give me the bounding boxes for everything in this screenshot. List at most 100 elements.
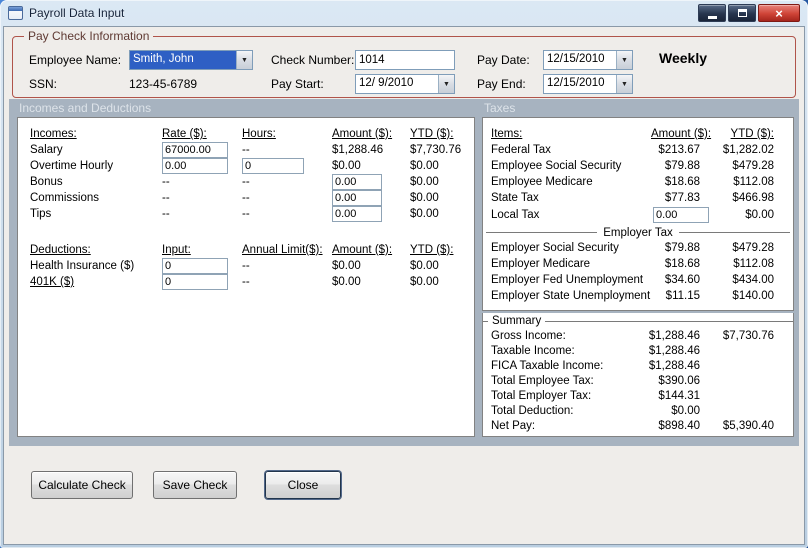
tax-ytd: $434.00 (732, 274, 774, 286)
summary-ytd: $7,730.76 (722, 329, 774, 342)
ytd-col-header: YTD ($): (410, 244, 454, 256)
tax-row-federal: Federal Tax $213.67 $1,282.02 (483, 142, 793, 158)
payroll-window: Payroll Data Input × Pay Check Informati… (0, 0, 808, 548)
close-icon: × (775, 5, 783, 21)
tax-ytd: $112.08 (733, 258, 774, 270)
pay-start-label: Pay Start: (271, 77, 324, 91)
commissions-amount-input[interactable] (332, 190, 382, 206)
pay-end-picker[interactable]: 12/15/2010 ▼ (543, 74, 633, 94)
summary-label: Total Deduction: (491, 404, 574, 417)
close-window-button[interactable]: × (758, 4, 800, 22)
tax-amount: $77.83 (664, 192, 700, 204)
income-ytd: $0.00 (410, 192, 439, 204)
tax-amount: $18.68 (664, 258, 700, 270)
incomes-col-header: Incomes: (30, 128, 77, 140)
deduction-limit: -- (242, 260, 250, 272)
employee-name-select[interactable]: Smith, John ▼ (129, 50, 253, 70)
window-controls: × (698, 4, 800, 22)
check-number-input[interactable] (355, 50, 455, 70)
items-col-header: Items: (491, 128, 523, 140)
window-title: Payroll Data Input (29, 6, 125, 20)
summary-label: Total Employee Tax: (491, 374, 594, 387)
tax-label: Federal Tax (491, 144, 551, 156)
income-ytd: $0.00 (410, 160, 439, 172)
tax-row-state: State Tax $77.83 $466.98 (483, 190, 793, 206)
tax-row-local: Local Tax $0.00 (483, 206, 793, 224)
summary-amount: $0.00 (671, 404, 700, 417)
pay-date-picker[interactable]: 12/15/2010 ▼ (543, 50, 633, 70)
401k-input[interactable] (162, 274, 228, 290)
summary-label: Taxable Income: (491, 344, 575, 357)
pay-start-value: 12/ 9/2010 (359, 77, 414, 89)
tax-amount: $34.60 (664, 274, 700, 286)
income-hours: -- (242, 176, 250, 188)
maximize-button[interactable] (728, 4, 756, 22)
deduction-401k-link[interactable]: 401K ($) (30, 276, 162, 288)
overtime-hours-input[interactable] (242, 158, 304, 174)
income-ytd: $0.00 (410, 208, 439, 220)
local-tax-input[interactable] (653, 207, 709, 223)
income-rate: -- (162, 192, 170, 204)
tax-label: Employer Social Security (491, 242, 619, 254)
income-amount: $1,288.46 (332, 144, 384, 156)
pay-end-label: Pay End: (477, 77, 526, 91)
summary-group-header: Summary (483, 314, 793, 328)
chevron-down-icon[interactable]: ▼ (236, 51, 252, 69)
pay-start-picker[interactable]: 12/ 9/2010 ▼ (355, 74, 455, 94)
income-row-overtime: Overtime Hourly $0.00 $0.00 (18, 158, 474, 174)
tax-row-employer-fed-unemployment: Employer Fed Unemployment $34.60 $434.00 (483, 272, 793, 288)
tax-amount: $18.68 (664, 176, 700, 188)
deduction-row-health-insurance: Health Insurance ($) -- $0.00 $0.00 (18, 258, 474, 274)
tips-amount-input[interactable] (332, 206, 382, 222)
tax-row-employer-medicare: Employer Medicare $18.68 $112.08 (483, 256, 793, 272)
summary-panel: Summary Gross Income: $1,288.46 $7,730.7… (482, 313, 794, 437)
paycheck-group-title: Pay Check Information (24, 29, 154, 43)
tax-label: Employer Fed Unemployment (491, 274, 644, 286)
overtime-rate-input[interactable] (162, 158, 228, 174)
income-label: Overtime Hourly (30, 160, 114, 172)
deductions-header-row: Deductions: Input: Annual Limit($): Amou… (18, 242, 474, 258)
health-insurance-input[interactable] (162, 258, 228, 274)
tax-ytd: $479.28 (732, 160, 774, 172)
tax-amount: $79.88 (664, 242, 700, 254)
income-label: Salary (30, 144, 63, 156)
summary-amount: $390.06 (658, 374, 700, 387)
income-label: Tips (30, 208, 52, 220)
employer-tax-divider: Employer Tax (486, 225, 790, 240)
taxes-section-title: Taxes (484, 101, 516, 115)
pay-frequency-label: Weekly (659, 50, 707, 66)
deduction-label: Health Insurance ($) (30, 260, 135, 272)
annual-limit-col-header: Annual Limit($): (242, 244, 323, 256)
client-area: Pay Check Information Employee Name: Smi… (3, 26, 805, 545)
tax-label: State Tax (491, 192, 539, 204)
summary-amount: $1,288.46 (648, 344, 700, 357)
calculate-check-button[interactable]: Calculate Check (31, 471, 133, 499)
bonus-amount-input[interactable] (332, 174, 382, 190)
summary-row-gross-income: Gross Income: $1,288.46 $7,730.76 (483, 328, 793, 343)
income-label: Bonus (30, 176, 63, 188)
chevron-down-icon[interactable]: ▼ (438, 75, 454, 93)
income-amount: $0.00 (332, 160, 361, 172)
pay-end-value: 12/15/2010 (547, 77, 605, 89)
salary-rate-input[interactable] (162, 142, 228, 158)
tax-row-employer-social-security: Employer Social Security $79.88 $479.28 (483, 240, 793, 256)
employer-tax-title: Employer Tax (603, 226, 673, 239)
summary-row-total-employer-tax: Total Employer Tax: $144.31 (483, 388, 793, 403)
income-ytd: $0.00 (410, 176, 439, 188)
tax-ytd: $140.00 (732, 290, 774, 302)
chevron-down-icon[interactable]: ▼ (616, 51, 632, 69)
income-row-tips: Tips -- -- $0.00 (18, 206, 474, 222)
title-bar: Payroll Data Input × (0, 0, 808, 26)
ssn-value: 123-45-6789 (129, 77, 198, 91)
tax-ytd: $1,282.02 (722, 144, 774, 156)
tax-label: Employer Medicare (491, 258, 591, 270)
chevron-down-icon[interactable]: ▼ (616, 75, 632, 93)
income-row-commissions: Commissions -- -- $0.00 (18, 190, 474, 206)
tax-ytd: $479.28 (732, 242, 774, 254)
save-check-button[interactable]: Save Check (153, 471, 237, 499)
summary-label: FICA Taxable Income: (491, 359, 604, 372)
paycheck-info-group: Pay Check Information Employee Name: Smi… (12, 29, 796, 98)
tax-label: Local Tax (491, 209, 540, 221)
minimize-button[interactable] (698, 4, 726, 22)
close-button[interactable]: Close (265, 471, 341, 499)
